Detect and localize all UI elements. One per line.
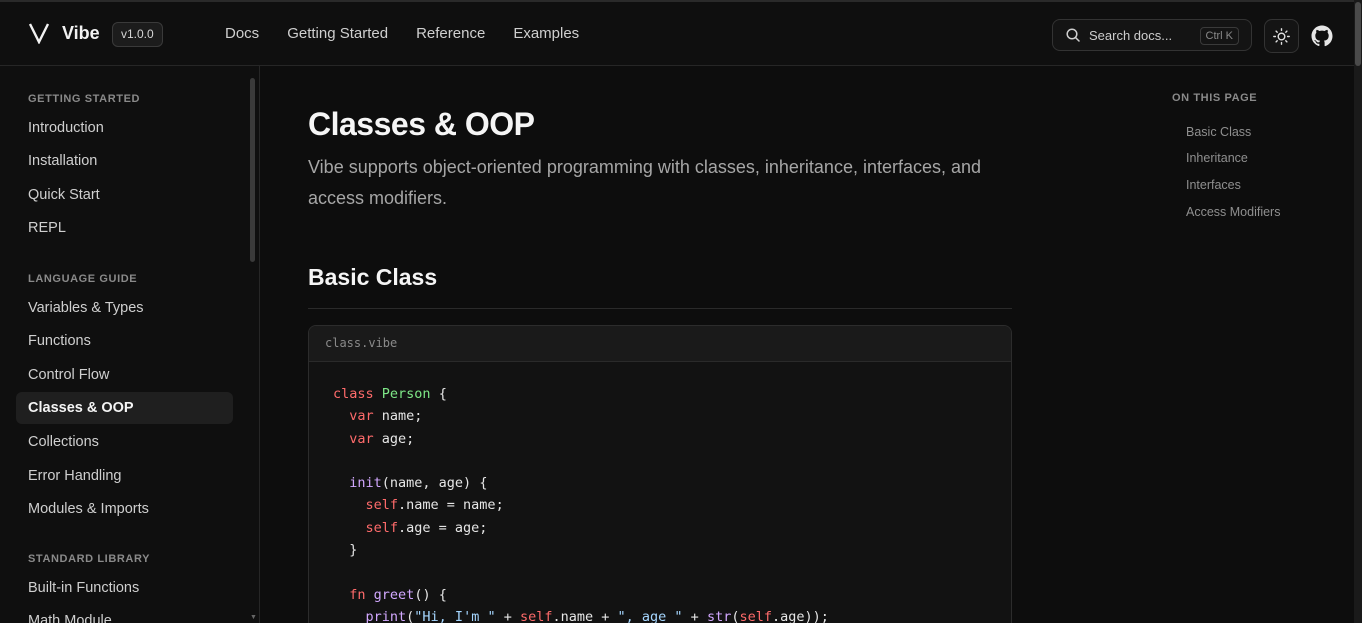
sidebar-item-quick-start[interactable]: Quick Start <box>16 179 233 211</box>
page-title: Classes & OOP <box>308 106 535 142</box>
github-icon[interactable] <box>1310 24 1334 48</box>
top-navigation-bar: Vibe v1.0.0 Docs Getting Started Referen… <box>0 0 1362 66</box>
code-block: class.vibe class Person { var name; var … <box>308 325 1012 623</box>
sidebar-item-variables-types[interactable]: Variables & Types <box>16 292 233 324</box>
sidebar-item-math-module[interactable]: Math Module <box>16 605 233 623</box>
vibe-logo-icon[interactable] <box>28 22 50 44</box>
code-line: self.name = name; <box>365 497 504 514</box>
section-heading-basic-class: Basic Class <box>308 264 438 290</box>
sidebar-item-collections[interactable]: Collections <box>16 426 233 458</box>
sidebar-item-functions[interactable]: Functions <box>16 325 233 357</box>
sidebar-item-error-handling[interactable]: Error Handling <box>16 460 233 492</box>
toc-link-inheritance[interactable]: Inheritance <box>1186 151 1248 165</box>
toc-link-basic-class[interactable]: Basic Class <box>1186 125 1251 139</box>
top-nav: Docs Getting Started Reference Examples <box>225 25 579 42</box>
code-line: init(name, age) { <box>349 475 488 492</box>
code-filename: class.vibe <box>309 326 1011 362</box>
code-line: } <box>333 542 358 559</box>
page-lead: Vibe supports object-oriented programmin… <box>308 157 982 208</box>
page-scrollbar-track[interactable] <box>1354 0 1362 623</box>
search-input[interactable]: Search docs... Ctrl K <box>1052 19 1252 51</box>
on-this-page: ON THIS PAGE Basic Class Inheritance Int… <box>1160 66 1350 623</box>
search-icon <box>1066 28 1080 42</box>
nav-link-docs[interactable]: Docs <box>225 25 259 42</box>
toc-link-access-modifiers[interactable]: Access Modifiers <box>1186 205 1280 219</box>
sidebar-scrollbar[interactable] <box>250 78 255 262</box>
section-divider <box>308 308 1012 309</box>
nav-link-examples[interactable]: Examples <box>513 25 579 42</box>
toc-title: ON THIS PAGE <box>1172 92 1258 104</box>
code-line: class Person { <box>333 386 447 402</box>
sidebar-item-classes-oop[interactable]: Classes & OOP <box>16 392 233 424</box>
search-shortcut-badge: Ctrl K <box>1199 27 1239 45</box>
code-line: var age; <box>349 430 415 447</box>
sidebar-item-builtin-functions[interactable]: Built-in Functions <box>16 572 233 604</box>
code-line: self.age = age; <box>365 519 488 536</box>
sidebar-item-repl[interactable]: REPL <box>16 212 233 244</box>
sidebar-section-title: GETTING STARTED <box>28 93 141 105</box>
sidebar-item-installation[interactable]: Installation <box>16 145 233 177</box>
sidebar: GETTING STARTED Introduction Installatio… <box>0 66 260 623</box>
page-scrollbar-thumb[interactable] <box>1355 2 1361 66</box>
brand-name[interactable]: Vibe <box>62 23 100 44</box>
theme-toggle-button[interactable] <box>1264 19 1299 53</box>
search-placeholder: Search docs... <box>1089 28 1173 43</box>
toc-link-interfaces[interactable]: Interfaces <box>1186 178 1241 192</box>
version-badge: v1.0.0 <box>112 22 163 47</box>
nav-link-reference[interactable]: Reference <box>416 25 485 42</box>
sun-icon <box>1273 28 1290 45</box>
nav-link-getting-started[interactable]: Getting Started <box>287 25 388 42</box>
sidebar-item-modules-imports[interactable]: Modules & Imports <box>16 493 233 525</box>
sidebar-item-control-flow[interactable]: Control Flow <box>16 359 233 391</box>
sidebar-item-introduction[interactable]: Introduction <box>16 112 233 144</box>
code-line: fn greet() { <box>349 586 447 603</box>
sidebar-section-title: STANDARD LIBRARY <box>28 553 151 565</box>
code-line: print("Hi, I'm " + self.name + ", age " … <box>365 608 829 623</box>
sidebar-section-title: LANGUAGE GUIDE <box>28 273 138 285</box>
code-line: var name; <box>349 408 423 425</box>
code-content: class Person { var name; var age; init(n… <box>333 383 829 623</box>
scroll-down-arrow-icon[interactable]: ▼ <box>250 614 257 621</box>
